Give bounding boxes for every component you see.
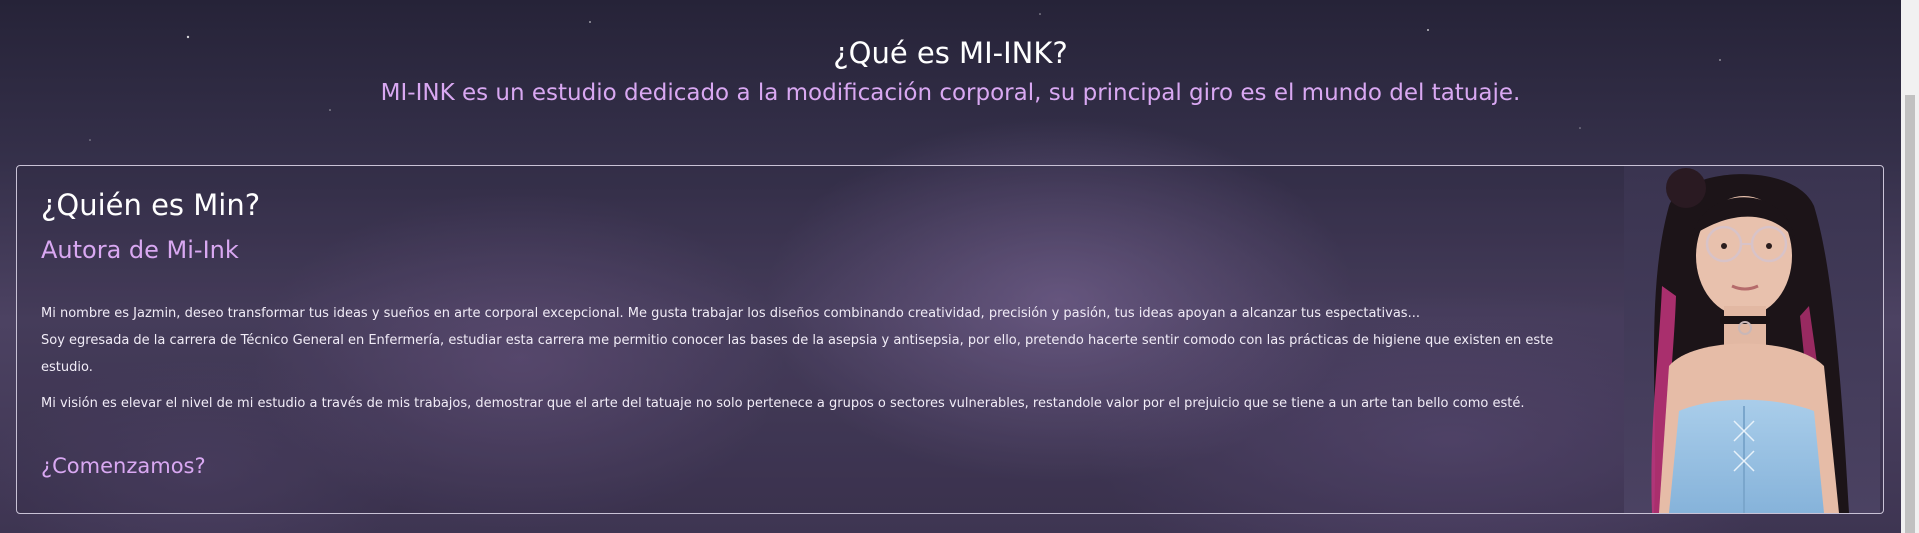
about-subtitle: Autora de Mi-Ink [41, 236, 239, 264]
scrollbar-thumb[interactable] [1905, 95, 1915, 533]
about-paragraph-vision: Mi visión es elevar el nivel de mi estud… [41, 396, 1525, 411]
about-card: ¿Quién es Min? Autora de Mi-Ink Mi nombr… [16, 165, 1884, 514]
about-text: Mi nombre es Jazmin, deseo transformar t… [41, 300, 1581, 417]
page: ¿Qué es MI-INK? MI-INK es un estudio ded… [0, 0, 1901, 533]
about-paragraph-intro: Mi nombre es Jazmin, deseo transformar t… [41, 306, 1420, 321]
author-portrait [1624, 166, 1880, 513]
intro-subtitle: MI-INK es un estudio dedicado a la modif… [380, 80, 1521, 106]
scrollbar[interactable] [1901, 0, 1919, 533]
about-paragraph-education: Soy egresada de la carrera de Técnico Ge… [41, 333, 1554, 375]
start-cta: ¿Comenzamos? [41, 454, 206, 478]
intro-title: ¿Qué es MI-INK? [833, 36, 1068, 70]
author-photo-image [1624, 166, 1880, 513]
about-title: ¿Quién es Min? [41, 188, 261, 222]
